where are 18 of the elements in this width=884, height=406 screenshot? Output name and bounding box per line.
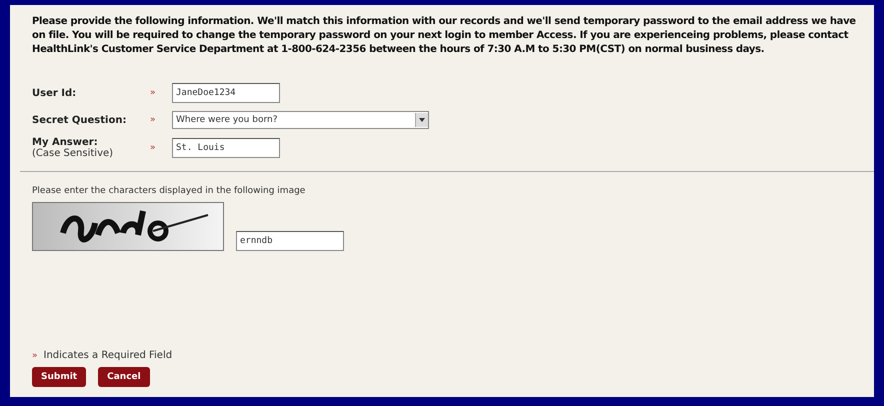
required-marker: » (150, 115, 156, 125)
field-note: (Case Sensitive) (32, 148, 114, 159)
captcha-field[interactable]: ernndb (236, 231, 344, 251)
cancel-button[interactable]: Cancel (98, 367, 150, 387)
submit-button[interactable]: Submit (32, 367, 86, 387)
required-marker: » (32, 350, 38, 360)
required-marker: » (150, 88, 156, 98)
field-label: User Id: (32, 88, 76, 98)
required-marker: » (150, 143, 156, 153)
input-field[interactable]: JaneDoe1234 (172, 83, 280, 103)
field-label: My Answer: (32, 137, 99, 148)
field-label: Secret Question: (32, 114, 126, 126)
captcha-instruction: Please enter the characters displayed in the following image (32, 186, 306, 196)
instructions-text: Please provide the following information. We'll match this information with our records and we'll send temporary password to the email address we have on file. You will be required to change the temporary password on your next login to member Access. If you are experienceing problems, please contact HealthLink's Customer Service Department at 1-800-624-2356 between the hours of 7:30 A.M to 5:30 PM(CST) on normal business days. (32, 15, 857, 57)
question-dropdown[interactable]: Where were you born? (172, 111, 429, 129)
caret-icon (419, 118, 425, 122)
legend-text: Indicates a Required Field (44, 350, 172, 361)
input-field[interactable]: St. Louis (172, 138, 280, 158)
